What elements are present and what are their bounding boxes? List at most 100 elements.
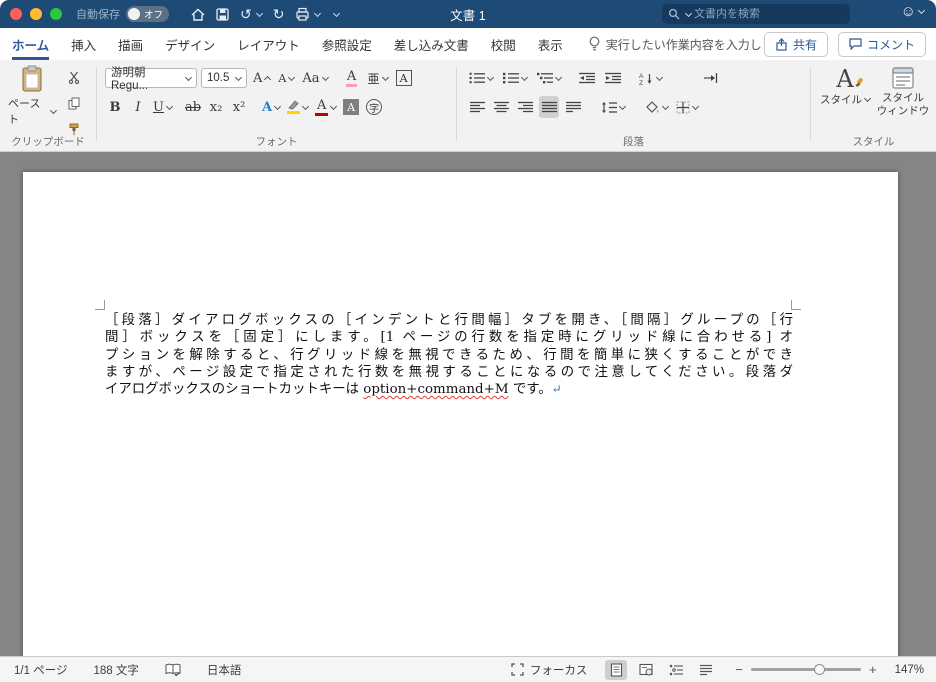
web-layout-view-button[interactable] — [635, 660, 657, 680]
crop-mark-top-right — [791, 300, 801, 310]
clear-formatting-button[interactable]: A — [342, 67, 362, 89]
tab-review[interactable]: 校閲 — [491, 28, 516, 60]
share-icon — [776, 37, 787, 51]
increase-indent-button[interactable] — [603, 67, 623, 89]
paragraph-group: AZ 段落 — [457, 60, 810, 152]
print-dropdown-chevron-icon[interactable] — [314, 9, 322, 17]
text-direction-icon — [703, 73, 717, 83]
paste-button[interactable]: ペースト — [8, 65, 58, 129]
shading-button[interactable] — [643, 96, 670, 118]
bullets-button[interactable] — [467, 67, 495, 89]
borders-grid-icon — [676, 101, 690, 113]
comments-button[interactable]: コメント — [837, 31, 926, 57]
cut-button[interactable] — [64, 66, 84, 88]
align-right-button[interactable] — [515, 96, 535, 118]
zoom-in-button[interactable]: + — [869, 662, 877, 677]
character-shading-button[interactable]: A — [341, 96, 361, 118]
tab-home[interactable]: ホーム — [12, 28, 50, 60]
shrink-font-button[interactable]: A — [276, 67, 296, 89]
zoom-slider-thumb[interactable] — [813, 663, 825, 675]
italic-button[interactable]: I — [128, 96, 148, 118]
tab-mailings[interactable]: 差し込み文書 — [394, 28, 469, 60]
toolbar-overflow-chevron-icon — [333, 9, 341, 17]
document-page[interactable]: ［段落］ダイアログボックスの［インデントと行間幅］タブを開き、［間隔］グループの… — [23, 172, 898, 656]
bullet-list-icon — [469, 72, 485, 84]
zoom-out-button[interactable]: − — [735, 662, 743, 677]
line-spacing-button[interactable] — [599, 96, 627, 118]
autosave-toggle[interactable]: オフ — [126, 6, 170, 22]
tell-me-box[interactable]: 実行したい作業内容を入力します — [589, 36, 786, 53]
crop-mark-top-left — [95, 300, 105, 310]
font-group-label: フォント — [255, 136, 298, 148]
grow-font-button[interactable]: A — [251, 67, 272, 89]
undo-dropdown-chevron-icon[interactable] — [255, 9, 263, 17]
sort-chevron-icon — [655, 73, 664, 81]
undo-button[interactable]: ↺ — [240, 7, 263, 21]
font-name-select[interactable]: 游明朝 Regu... — [105, 67, 197, 92]
outdent-icon — [579, 72, 595, 84]
bold-button[interactable]: B — [105, 96, 125, 118]
zoom-slider[interactable] — [750, 663, 861, 675]
draft-view-button[interactable] — [695, 660, 717, 680]
tab-view[interactable]: 表示 — [538, 28, 563, 60]
spellcheck-status-button[interactable] — [165, 663, 181, 676]
focus-mode-button[interactable]: フォーカス — [511, 662, 587, 678]
align-left-button[interactable] — [467, 96, 487, 118]
sort-button[interactable]: AZ — [637, 67, 664, 89]
multilevel-list-button[interactable] — [535, 67, 563, 89]
decrease-indent-button[interactable] — [577, 67, 597, 89]
share-button[interactable]: 共有 — [763, 31, 828, 57]
tab-draw[interactable]: 描画 — [118, 28, 143, 60]
highlight-color-bar — [287, 111, 301, 114]
character-border-button[interactable]: A — [394, 67, 414, 89]
tab-design[interactable]: デザイン — [165, 28, 215, 60]
save-button[interactable] — [216, 7, 229, 21]
search-box[interactable] — [662, 4, 850, 24]
zoom-window-button[interactable] — [50, 8, 62, 20]
style-window-button[interactable]: スタイル ウィンドウ — [875, 66, 931, 118]
enclose-characters-button[interactable]: 字 — [364, 96, 384, 118]
ribbon-tabs: ホーム 挿入 描画 デザイン レイアウト 参照設定 差し込み文書 校閲 表示 — [12, 28, 563, 60]
tab-references[interactable]: 参照設定 — [322, 28, 372, 60]
zoom-percent[interactable]: 147% — [895, 664, 924, 676]
redo-button[interactable]: ↻ — [273, 7, 285, 21]
word-count[interactable]: 188 文字 — [93, 662, 138, 678]
distribute-button[interactable] — [563, 96, 583, 118]
home-button[interactable] — [191, 8, 205, 21]
tab-layout[interactable]: レイアウト — [237, 28, 300, 60]
styles-button[interactable]: A スタイル — [819, 66, 872, 107]
justify-button[interactable] — [539, 96, 559, 118]
text-effects-button[interactable]: A — [260, 96, 282, 118]
copy-button[interactable] — [64, 92, 84, 114]
document-text[interactable]: ［段落］ダイアログボックスの［インデントと行間幅］タブを開き、［間隔］グループの… — [105, 312, 793, 398]
numbering-button[interactable] — [501, 67, 529, 89]
align-center-button[interactable] — [491, 96, 511, 118]
underline-button[interactable]: U — [151, 96, 174, 118]
font-color-button[interactable]: A — [313, 96, 338, 118]
page-count[interactable]: 1/1 ページ — [14, 662, 67, 678]
feedback-button[interactable]: ☺ — [901, 3, 926, 20]
phonetic-guide-button[interactable]: 亜 — [366, 67, 390, 89]
font-size-select[interactable]: 10.5 — [201, 68, 247, 88]
search-scope-chevron-icon[interactable] — [684, 9, 693, 17]
subscript-button[interactable]: x₂ — [206, 96, 226, 118]
customize-toolbar-button[interactable] — [331, 9, 341, 18]
search-input[interactable] — [694, 8, 844, 20]
status-bar: 1/1 ページ 188 文字 日本語 フォーカス − + 147% — [0, 656, 936, 682]
minimize-window-button[interactable] — [30, 8, 42, 20]
print-layout-view-button[interactable] — [605, 659, 628, 680]
superscript-button[interactable]: x² — [229, 96, 249, 118]
change-case-button[interactable]: Aa — [300, 67, 329, 89]
search-icon — [668, 8, 680, 20]
highlight-button[interactable] — [285, 96, 310, 118]
text-direction-button[interactable] — [700, 67, 720, 89]
print-button[interactable] — [295, 7, 322, 21]
language-button[interactable]: 日本語 — [207, 662, 242, 678]
paragraph-mark: ↵ — [551, 382, 562, 397]
borders-button[interactable] — [674, 96, 700, 118]
tab-insert[interactable]: 挿入 — [71, 28, 96, 60]
strikethrough-button[interactable]: ab — [183, 96, 203, 118]
outline-view-button[interactable] — [665, 660, 687, 680]
redo-icon: ↻ — [272, 6, 285, 22]
close-window-button[interactable] — [10, 8, 22, 20]
